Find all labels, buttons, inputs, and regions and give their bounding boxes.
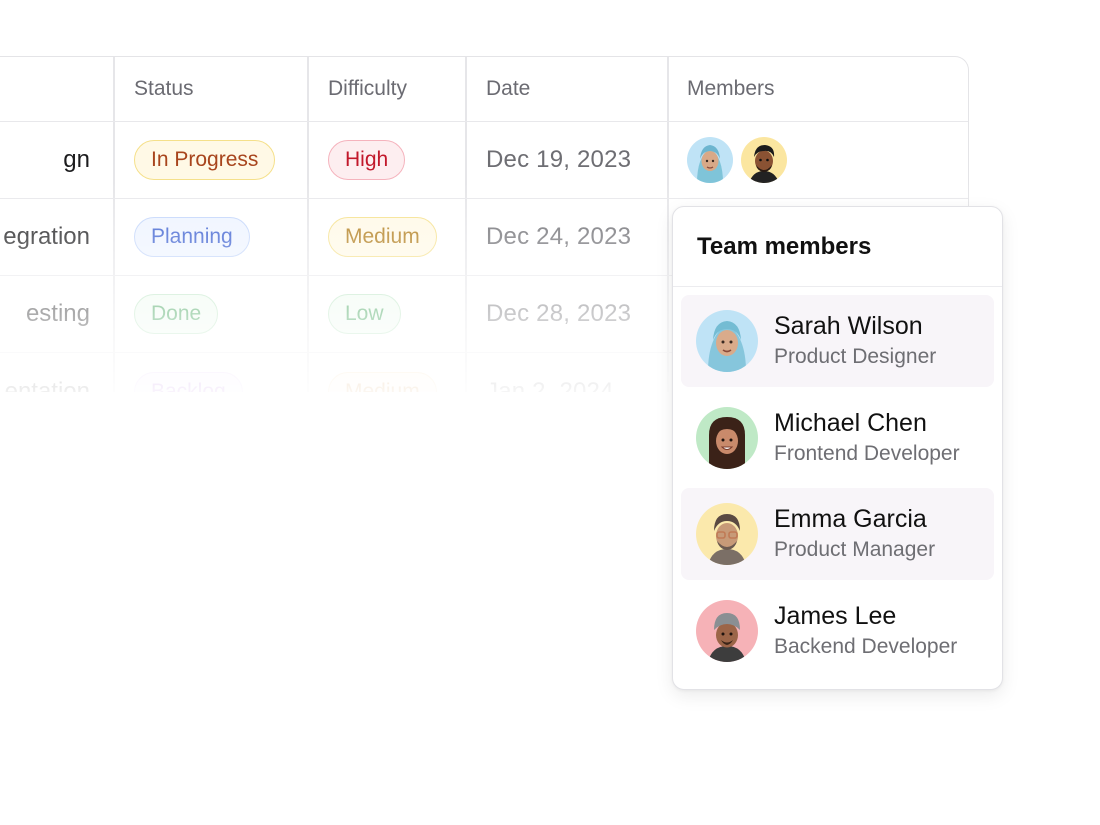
member-role: Backend Developer <box>774 634 958 658</box>
members-avatar-group[interactable] <box>687 122 967 198</box>
task-name: gn <box>63 146 90 173</box>
member-item-michael-chen[interactable]: Michael Chen Frontend Developer <box>681 392 994 484</box>
memoji-long-hair-avatar-icon <box>709 416 745 469</box>
difficulty-badge: Medium <box>328 217 437 257</box>
member-item-sarah-wilson[interactable]: Sarah Wilson Product Designer <box>681 295 994 387</box>
task-name: entation <box>4 377 90 397</box>
difficulty-badge: Low <box>328 294 401 334</box>
task-name: egration <box>3 223 90 250</box>
memoji-beanie-avatar-icon <box>708 612 746 662</box>
member-role: Product Manager <box>774 538 936 561</box>
status-badge: In Progress <box>134 140 276 180</box>
avatar[interactable] <box>687 137 733 183</box>
column-header-status[interactable]: Status <box>134 77 194 101</box>
date-value: Dec 24, 2023 <box>486 223 632 250</box>
memoji-hijab-avatar-icon <box>697 145 723 183</box>
popover-title: Team members <box>673 207 1002 287</box>
member-item-emma-garcia[interactable]: Emma Garcia Product Manager <box>681 488 994 580</box>
member-name: Emma Garcia <box>774 505 927 533</box>
team-members-popover: Team members Sarah Wilson Product Design… <box>672 206 1003 690</box>
avatar <box>696 406 758 469</box>
member-role: Product Designer <box>774 345 937 368</box>
member-name: James Lee <box>774 601 897 630</box>
member-role: Frontend Developer <box>774 441 960 465</box>
status-badge: Planning <box>134 217 250 257</box>
table-row[interactable]: gn In Progress High Dec 19, 2023 <box>0 122 968 199</box>
column-header-date[interactable]: Date <box>486 77 530 101</box>
task-name: esting <box>25 300 90 327</box>
column-header-difficulty[interactable]: Difficulty <box>328 77 407 101</box>
avatar[interactable] <box>741 137 787 183</box>
avatar <box>696 503 758 565</box>
memoji-man-avatar-icon <box>749 145 779 183</box>
member-name: Michael Chen <box>774 408 927 437</box>
member-item-james-lee[interactable]: James Lee Backend Developer <box>681 585 994 677</box>
page: Status Difficulty Date Members gn In Pro… <box>0 0 1100 825</box>
date-value: Dec 19, 2023 <box>486 146 632 173</box>
memoji-glasses-avatar-icon <box>708 514 746 565</box>
avatar <box>696 599 758 662</box>
difficulty-badge: Medium <box>328 371 437 396</box>
avatar <box>696 310 758 372</box>
table-header-row: Status Difficulty Date Members <box>0 57 968 122</box>
status-badge: Done <box>134 294 219 334</box>
column-header-members[interactable]: Members <box>687 77 775 101</box>
difficulty-badge: High <box>328 140 406 180</box>
memoji-hijab-avatar-icon <box>708 321 746 372</box>
date-value: Dec 28, 2023 <box>486 300 632 327</box>
status-badge: Backlog <box>134 371 243 396</box>
date-value: Jan 2, 2024 <box>486 377 614 397</box>
member-name: Sarah Wilson <box>774 312 923 340</box>
member-list: Sarah Wilson Product Designer Michael Ch… <box>673 287 1002 677</box>
